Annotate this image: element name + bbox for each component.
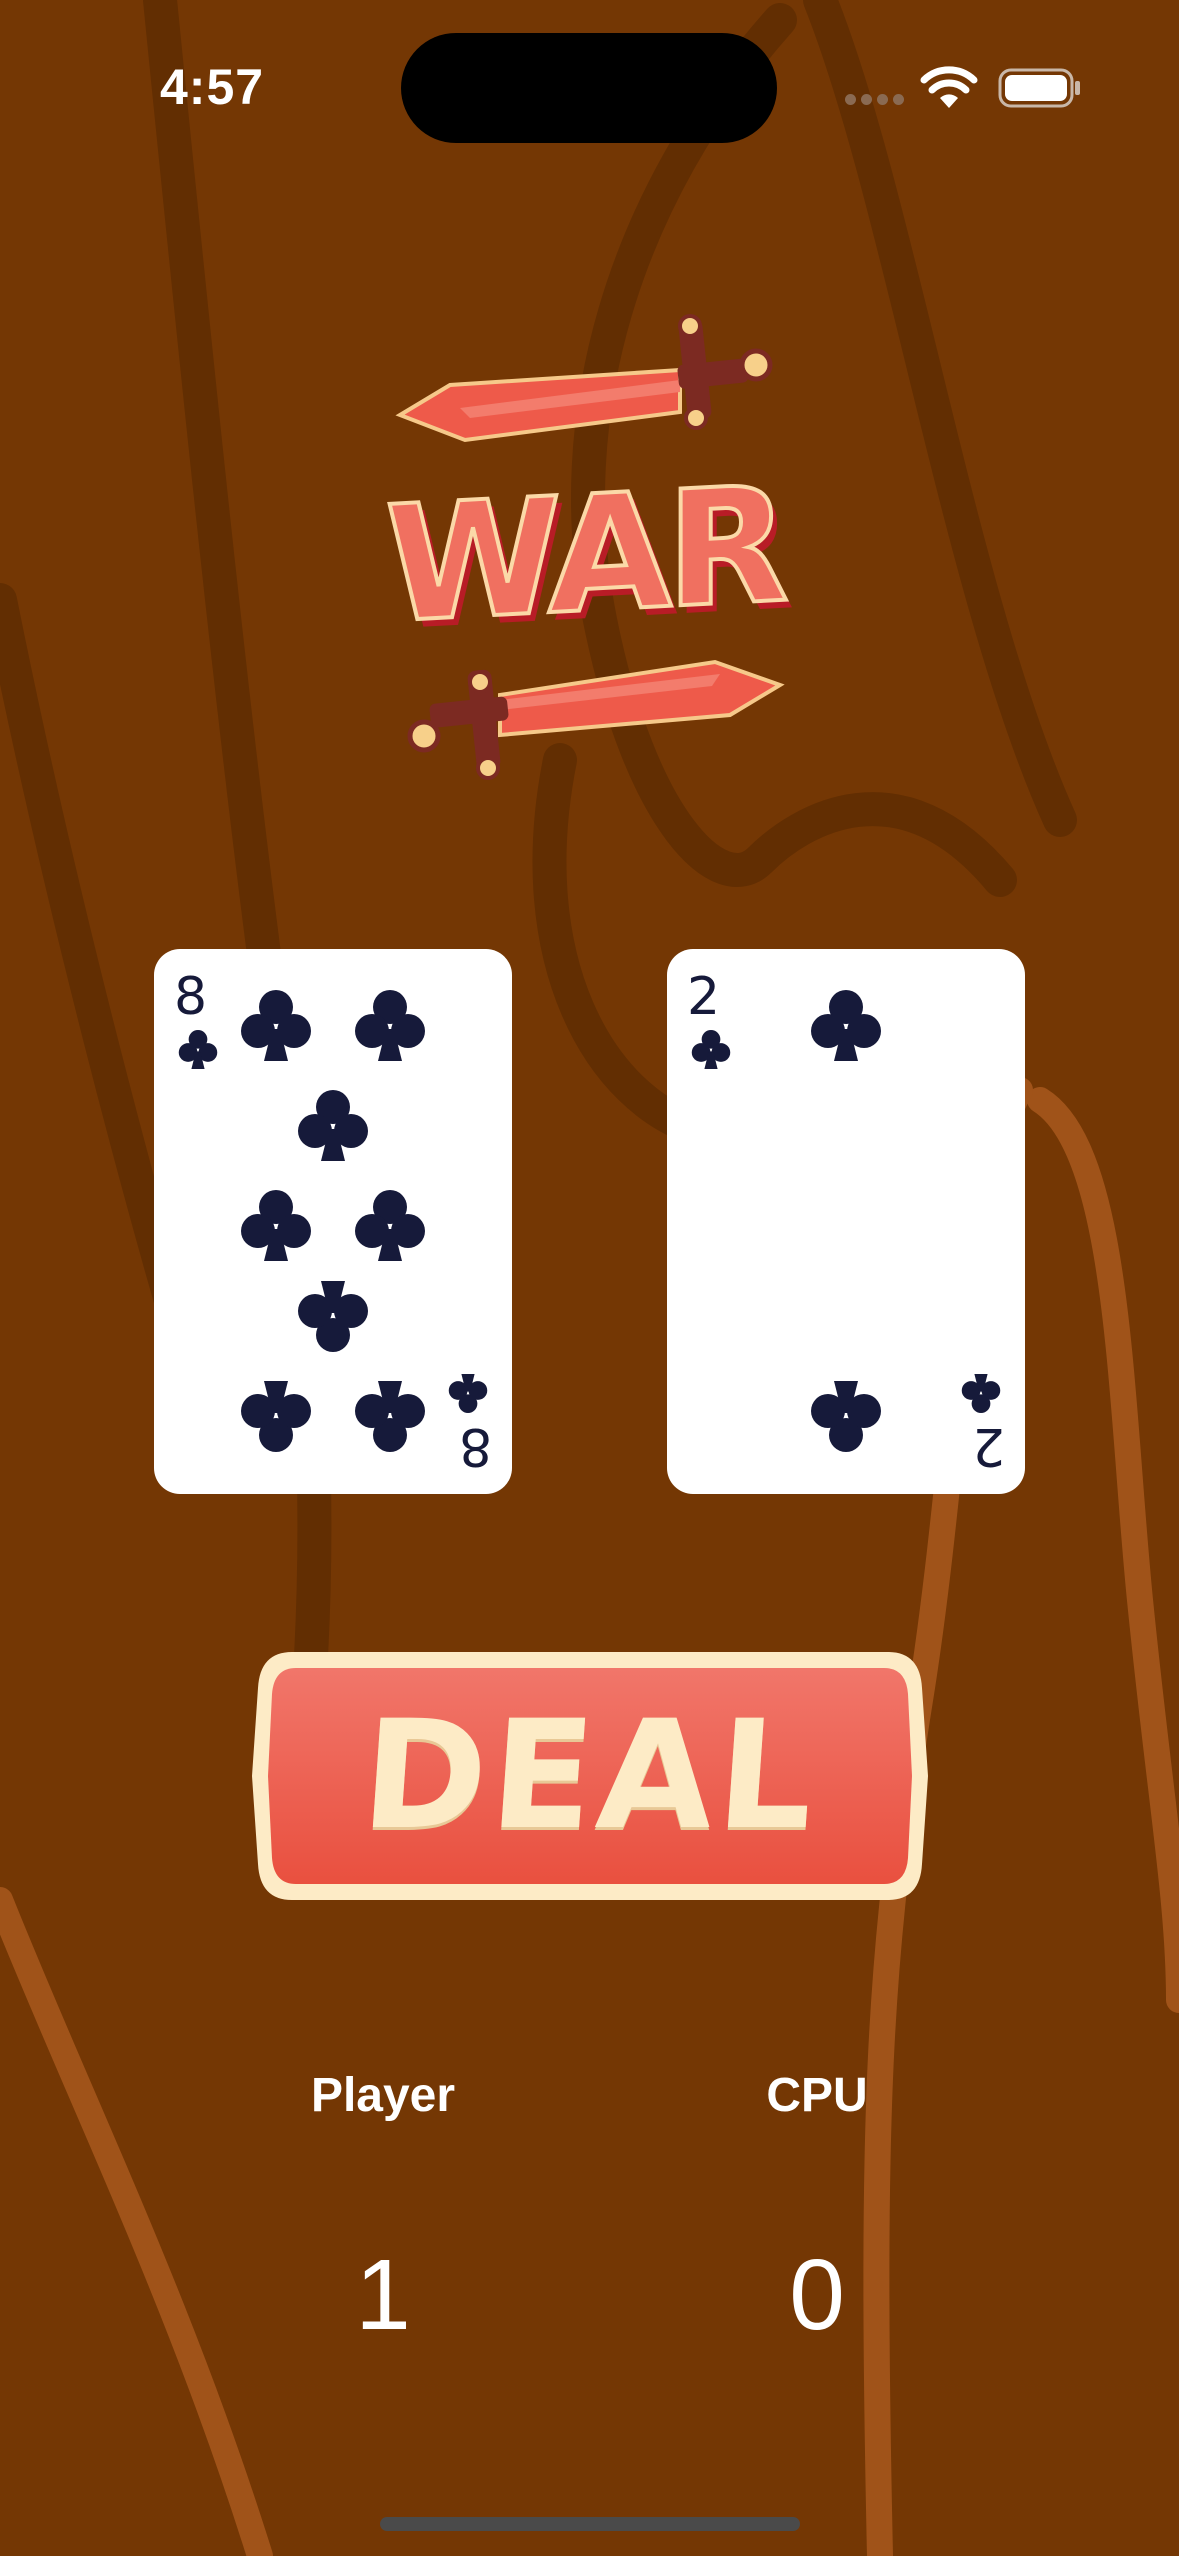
corner-club-icon [178, 1029, 218, 1069]
battery-icon [998, 68, 1080, 108]
player-card-rank-top: 8 [174, 967, 208, 1027]
club-icon [241, 990, 311, 1061]
cpu-card-rank-bottom: 2 [971, 1416, 1005, 1476]
club-icon [241, 1190, 311, 1261]
club-icon [355, 990, 425, 1061]
player-card-rank-bottom: 8 [458, 1416, 492, 1476]
deal-button[interactable]: DEAL [252, 1648, 928, 1904]
club-icon [811, 990, 881, 1061]
corner-club-icon [691, 1029, 731, 1069]
home-indicator[interactable] [380, 2517, 800, 2531]
club-icon [298, 1281, 368, 1352]
corner-club-icon [961, 1374, 1001, 1414]
cpu-score-value: 0 [789, 2239, 845, 2351]
cpu-card: 2 2 [667, 949, 1025, 1494]
war-logo: WAR WAR [383, 314, 793, 780]
svg-text:WAR: WAR [385, 451, 787, 659]
corner-club-icon [448, 1374, 488, 1414]
cpu-score-label: CPU [766, 2069, 868, 2122]
top-sword-icon [395, 314, 773, 443]
cpu-card-rank-top: 2 [687, 967, 721, 1027]
club-icon [355, 1381, 425, 1452]
club-icon [241, 1381, 311, 1452]
club-icon [811, 1381, 881, 1452]
dynamic-island [401, 33, 777, 143]
club-icon [355, 1190, 425, 1261]
player-score-value: 1 [355, 2239, 411, 2351]
war-logo-text: WAR WAR [383, 449, 793, 667]
wifi-icon [920, 66, 978, 108]
player-card: 8 8 [154, 949, 512, 1494]
deal-button-label: DEAL [356, 1689, 824, 1863]
cellular-signal-icon [845, 94, 905, 106]
cpu-card-pips [691, 990, 1001, 1452]
club-icon [298, 1090, 368, 1161]
player-card-pips [178, 990, 488, 1452]
bottom-sword-icon [407, 659, 785, 780]
player-score-label: Player [310, 2069, 456, 2122]
status-time: 4:57 [160, 59, 265, 115]
status-bar: 4:57 [0, 0, 1179, 170]
